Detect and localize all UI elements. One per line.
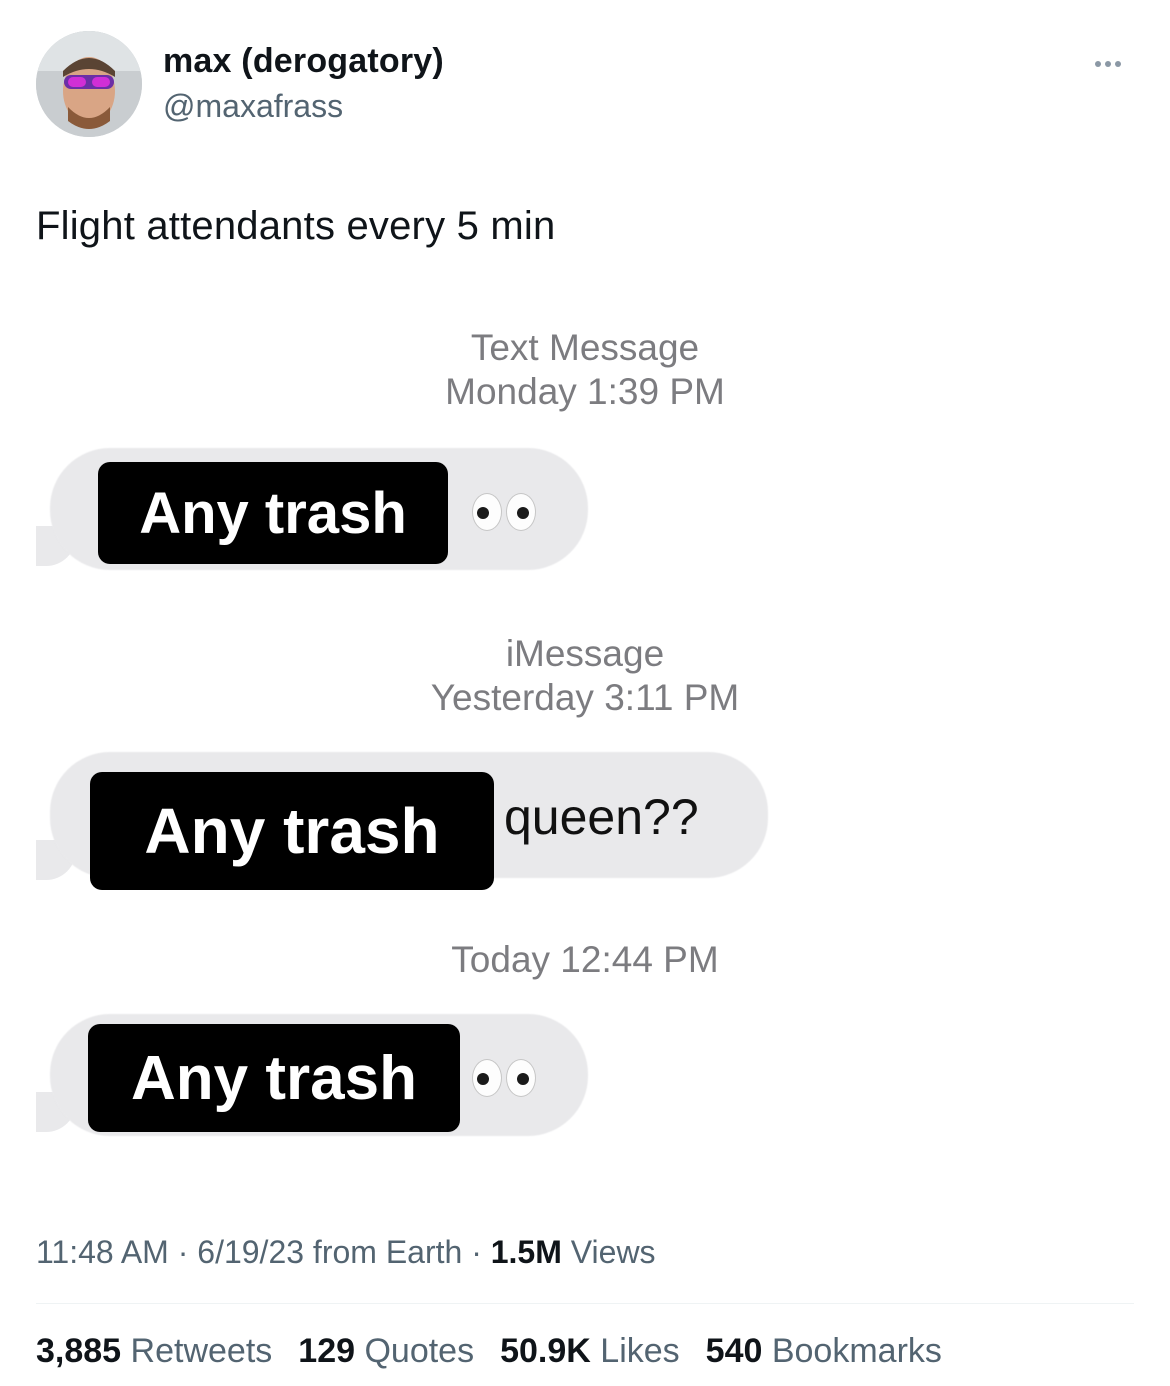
tweet-media-image[interactable]: Text Message Monday 1:39 PM Any trash iM… bbox=[36, 320, 1134, 1170]
retweets-label: Retweets bbox=[130, 1332, 273, 1370]
meta-separator: · bbox=[168, 1234, 198, 1270]
more-dot-icon bbox=[1115, 61, 1121, 67]
message-suffix-text: queen?? bbox=[504, 789, 699, 845]
eye-icon bbox=[472, 1059, 502, 1097]
author-display-name[interactable]: max (derogatory) bbox=[163, 42, 444, 81]
eye-icon bbox=[506, 493, 536, 531]
eye-icon bbox=[472, 493, 502, 531]
message-timestamp-type: Text Message bbox=[470, 327, 700, 368]
tweet-date[interactable]: 6/19/23 bbox=[197, 1234, 304, 1270]
eyes-emoji-icon bbox=[472, 1059, 536, 1097]
author-handle[interactable]: @maxafrass bbox=[163, 88, 343, 125]
views-count: 1.5M bbox=[490, 1234, 562, 1270]
tweet-text: Flight attendants every 5 min bbox=[36, 204, 556, 248]
views-label: Views bbox=[561, 1234, 656, 1270]
quotes-label: Quotes bbox=[364, 1332, 475, 1370]
avatar[interactable] bbox=[36, 31, 142, 137]
tweet-time[interactable]: 11:48 AM bbox=[36, 1234, 169, 1270]
message-timestamp-type: iMessage bbox=[505, 633, 665, 674]
retweets-count: 3,885 bbox=[36, 1332, 122, 1370]
meta-separator: · bbox=[462, 1234, 491, 1270]
tweet-meta: 11:48 AM · 6/19/23 from Earth · 1.5M Vie… bbox=[36, 1234, 656, 1271]
avatar-image bbox=[36, 31, 142, 137]
divider bbox=[36, 1303, 1134, 1304]
bookmarks-stat[interactable]: 540 Bookmarks bbox=[706, 1332, 942, 1371]
retweets-stat[interactable]: 3,885 Retweets bbox=[36, 1332, 272, 1371]
engagement-stats: 3,885 Retweets 129 Quotes 50.9K Likes 54… bbox=[36, 1332, 942, 1371]
eye-icon bbox=[506, 1059, 536, 1097]
bookmarks-count: 540 bbox=[705, 1332, 763, 1370]
likes-stat[interactable]: 50.9K Likes bbox=[500, 1332, 680, 1371]
tweet-source: from Earth bbox=[304, 1234, 463, 1270]
message-timestamp-time: Monday 1:39 PM bbox=[445, 371, 725, 412]
redacted-message-text: Any trash bbox=[98, 462, 448, 564]
redacted-message-text: Any trash bbox=[90, 772, 494, 890]
likes-count: 50.9K bbox=[500, 1332, 591, 1370]
more-options-button[interactable] bbox=[1086, 48, 1130, 80]
message-timestamp: Today 12:44 PM bbox=[451, 939, 719, 980]
more-dot-icon bbox=[1095, 61, 1101, 67]
eyes-emoji-icon bbox=[472, 493, 536, 531]
more-dot-icon bbox=[1105, 61, 1111, 67]
bookmarks-label: Bookmarks bbox=[771, 1332, 942, 1370]
quotes-count: 129 bbox=[298, 1332, 356, 1370]
message-timestamp-time: Yesterday 3:11 PM bbox=[430, 677, 740, 718]
redacted-message-text: Any trash bbox=[88, 1024, 460, 1132]
quotes-stat[interactable]: 129 Quotes bbox=[298, 1332, 474, 1371]
likes-label: Likes bbox=[600, 1332, 680, 1370]
